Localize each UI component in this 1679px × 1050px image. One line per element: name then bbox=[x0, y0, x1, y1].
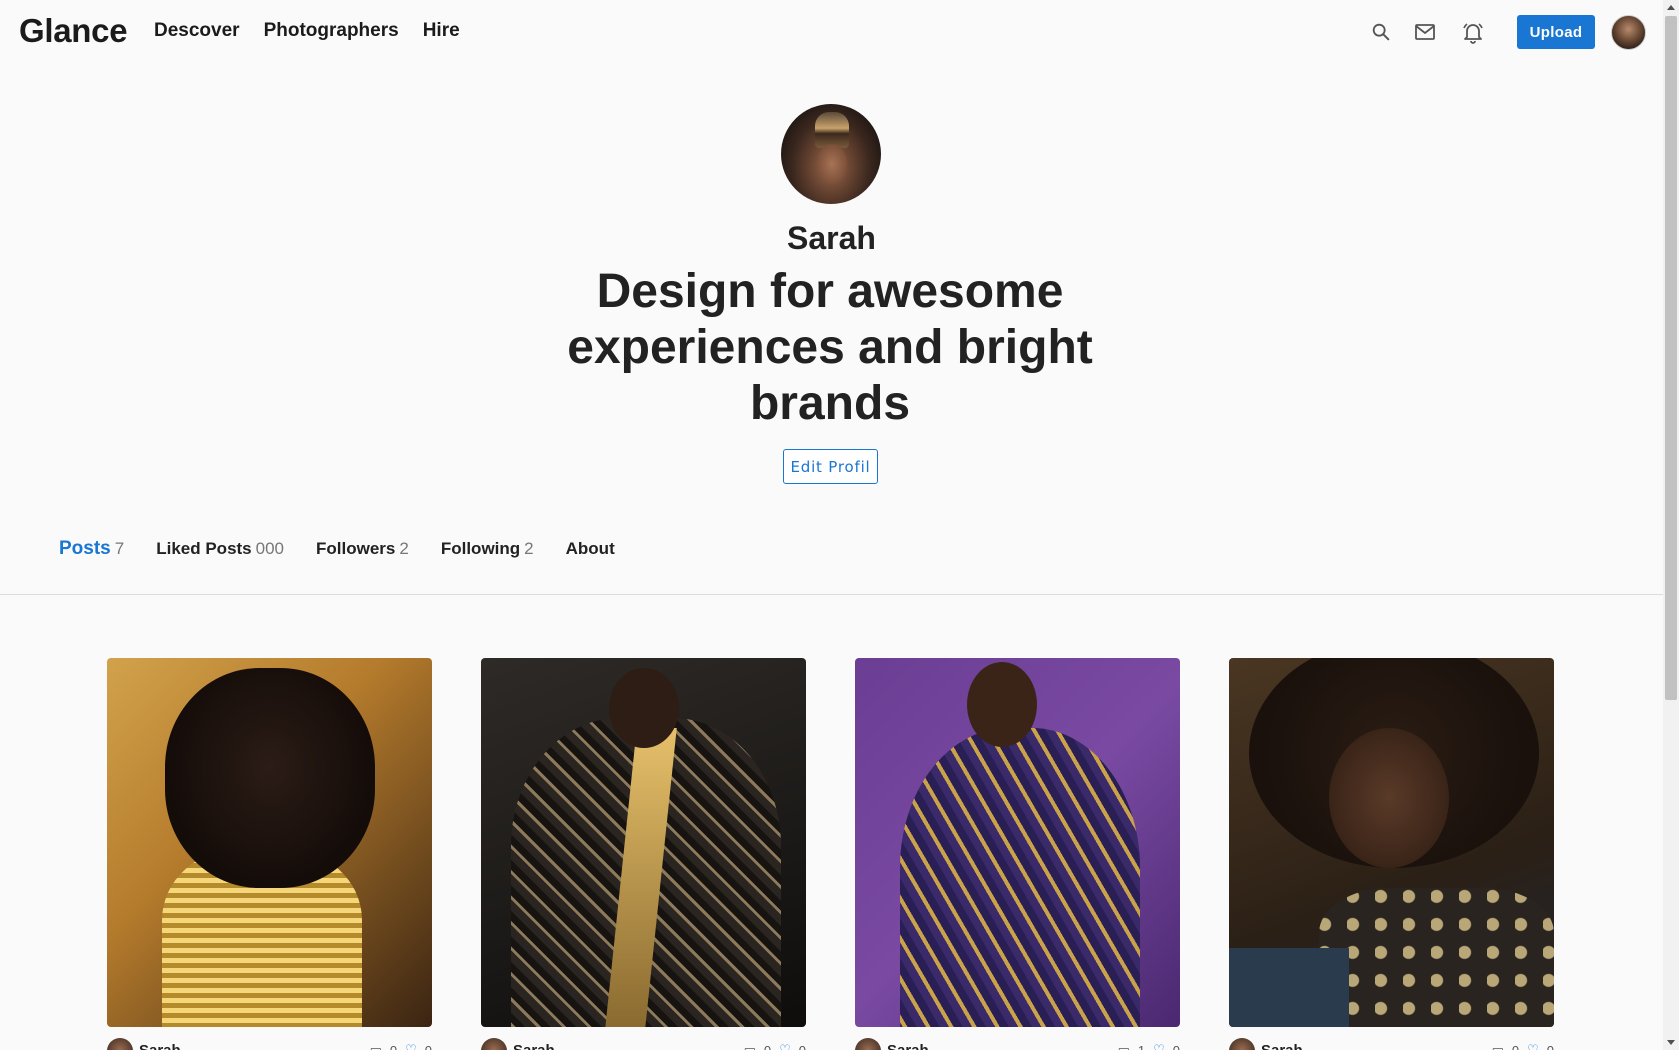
nav-hire[interactable]: Hire bbox=[423, 20, 460, 42]
post-image[interactable] bbox=[855, 658, 1180, 1027]
portrait-head bbox=[609, 668, 679, 748]
tab-liked-posts-label: Liked Posts bbox=[156, 539, 252, 558]
top-header: Glance Descover Photographers Hire Uploa… bbox=[0, 0, 1663, 64]
post-stats: ▭ 0 ♡ 0 bbox=[370, 1042, 432, 1050]
scroll-up-arrow[interactable] bbox=[1667, 5, 1675, 10]
post-stats: ▭ 1 ♡ 0 bbox=[1118, 1042, 1180, 1050]
page: Glance Descover Photographers Hire Uploa… bbox=[0, 0, 1663, 1050]
heart-icon[interactable]: ♡ bbox=[1153, 1042, 1165, 1050]
post-card[interactable]: Sarah ▭ 1 ♡ 0 bbox=[855, 658, 1180, 1050]
scroll-down-arrow[interactable] bbox=[1667, 1040, 1675, 1045]
post-card[interactable]: Sarah ▭ 0 ♡ 0 bbox=[481, 658, 806, 1050]
post-meta: Sarah ▭ 0 ♡ 0 bbox=[107, 1038, 432, 1050]
tab-following-label: Following bbox=[440, 539, 521, 558]
purple-robe bbox=[900, 728, 1140, 1027]
like-count: 0 bbox=[1546, 1042, 1554, 1050]
tab-about-label: About bbox=[565, 539, 615, 558]
post-author-name[interactable]: Sarah bbox=[1261, 1042, 1303, 1050]
bell-icon[interactable] bbox=[1459, 18, 1487, 46]
heart-icon[interactable]: ♡ bbox=[405, 1042, 417, 1050]
blue-table bbox=[1229, 948, 1349, 1027]
post-author-avatar[interactable] bbox=[1229, 1038, 1255, 1050]
post-image[interactable] bbox=[1229, 658, 1554, 1027]
tab-posts-count: 7 bbox=[114, 539, 125, 558]
comment-icon: ▭ bbox=[743, 1042, 756, 1050]
like-count: 0 bbox=[1172, 1042, 1180, 1050]
user-avatar[interactable] bbox=[1611, 15, 1646, 50]
post-author-avatar[interactable] bbox=[855, 1038, 881, 1050]
comment-icon: ▭ bbox=[1491, 1042, 1504, 1050]
avatar-face bbox=[817, 144, 847, 184]
comment-count: 0 bbox=[763, 1042, 772, 1050]
post-author-name[interactable]: Sarah bbox=[513, 1042, 555, 1050]
comment-icon: ▭ bbox=[1117, 1042, 1130, 1050]
profile-avatar bbox=[781, 104, 881, 204]
post-image[interactable] bbox=[107, 658, 432, 1027]
heart-icon[interactable]: ♡ bbox=[1527, 1042, 1539, 1050]
comment-count: 0 bbox=[389, 1042, 398, 1050]
tab-followers-label: Followers bbox=[316, 539, 396, 558]
tabs-divider bbox=[0, 594, 1663, 595]
tab-about[interactable]: About bbox=[566, 539, 615, 559]
portrait-face bbox=[165, 668, 375, 888]
mail-icon[interactable] bbox=[1411, 18, 1439, 46]
tab-following-count: 2 bbox=[524, 539, 534, 558]
tab-liked-posts-count: 000 bbox=[255, 539, 285, 558]
portrait-face bbox=[1329, 728, 1449, 868]
post-author-name[interactable]: Sarah bbox=[139, 1042, 181, 1050]
tab-followers-count: 2 bbox=[399, 539, 409, 558]
post-author-name[interactable]: Sarah bbox=[887, 1042, 929, 1050]
profile-name: Sarah bbox=[787, 220, 876, 256]
floral-dress bbox=[1319, 888, 1554, 1027]
tab-following[interactable]: Following 2 bbox=[441, 539, 534, 559]
like-count: 0 bbox=[424, 1042, 432, 1050]
tab-liked-posts[interactable]: Liked Posts 000 bbox=[156, 539, 284, 559]
profile-bio: Design for awesome experiences and brigh… bbox=[567, 265, 1093, 430]
tab-followers[interactable]: Followers 2 bbox=[316, 539, 409, 559]
post-image[interactable] bbox=[481, 658, 806, 1027]
post-stats: ▭ 0 ♡ 0 bbox=[1492, 1042, 1554, 1050]
heart-icon[interactable]: ♡ bbox=[779, 1042, 791, 1050]
portrait-head bbox=[967, 662, 1037, 747]
profile-tabs: Posts 7 Liked Posts 000 Followers 2 Followi… bbox=[59, 538, 615, 560]
upload-button[interactable]: Upload bbox=[1517, 15, 1595, 49]
post-stats: ▭ 0 ♡ 0 bbox=[744, 1042, 806, 1050]
nav-photographers[interactable]: Photographers bbox=[264, 20, 399, 42]
tab-posts-label: Posts bbox=[59, 538, 111, 559]
avatar-headdress bbox=[815, 112, 849, 148]
like-count: 0 bbox=[798, 1042, 806, 1050]
post-meta: Sarah ▭ 0 ♡ 0 bbox=[481, 1038, 806, 1050]
vertical-scrollbar[interactable] bbox=[1663, 0, 1679, 1050]
main-nav: Descover Photographers Hire bbox=[154, 20, 460, 42]
logo[interactable]: Glance bbox=[19, 12, 128, 50]
edit-profile-button[interactable]: Edit Profil bbox=[783, 449, 878, 484]
post-meta: Sarah ▭ 1 ♡ 0 bbox=[855, 1038, 1180, 1050]
post-card[interactable]: Sarah ▭ 0 ♡ 0 bbox=[107, 658, 432, 1050]
search-icon[interactable] bbox=[1367, 18, 1395, 46]
post-card[interactable]: Sarah ▭ 0 ♡ 0 bbox=[1229, 658, 1554, 1050]
comment-icon: ▭ bbox=[369, 1042, 382, 1050]
comment-count: 1 bbox=[1137, 1042, 1146, 1050]
tab-posts[interactable]: Posts 7 bbox=[59, 538, 124, 560]
post-meta: Sarah ▭ 0 ♡ 0 bbox=[1229, 1038, 1554, 1050]
scrollbar-thumb[interactable] bbox=[1665, 16, 1677, 700]
post-author-avatar[interactable] bbox=[481, 1038, 507, 1050]
comment-count: 0 bbox=[1511, 1042, 1520, 1050]
nav-discover[interactable]: Descover bbox=[154, 20, 240, 42]
post-author-avatar[interactable] bbox=[107, 1038, 133, 1050]
